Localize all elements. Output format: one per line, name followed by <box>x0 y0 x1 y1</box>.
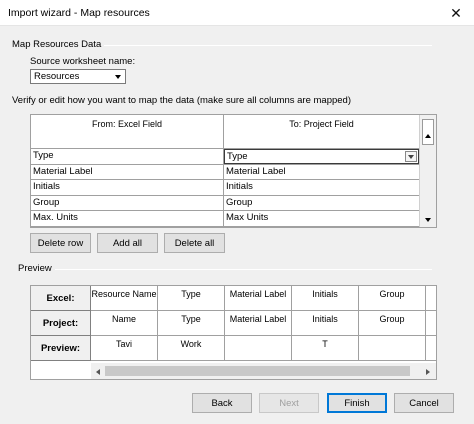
scrollbar-thumb[interactable] <box>105 366 410 376</box>
delete-all-button[interactable]: Delete all <box>164 233 225 253</box>
chevron-down-icon[interactable] <box>405 151 417 162</box>
preview-row-values: Preview: Tavi Work T <box>31 336 436 361</box>
preview-cell: Group <box>359 311 426 336</box>
source-worksheet-value: Resources <box>34 71 80 82</box>
scroll-up-icon[interactable] <box>421 131 435 141</box>
to-cell-dropdown[interactable]: Type <box>224 149 419 164</box>
chevron-down-icon[interactable] <box>112 71 124 82</box>
row-header-project: Project: <box>31 311 91 336</box>
group-divider <box>92 45 432 46</box>
horizontal-scrollbar[interactable] <box>91 363 436 379</box>
source-worksheet-dropdown[interactable]: Resources <box>30 69 126 84</box>
from-cell[interactable]: Material Label <box>31 164 224 179</box>
title-bar: Import wizard - Map resources ✕ <box>0 0 474 26</box>
add-all-button[interactable]: Add all <box>97 233 158 253</box>
table-row[interactable]: Max. Units Max Units <box>31 211 419 227</box>
to-cell[interactable]: Material Label <box>224 165 419 180</box>
group-title: Map Resources Data <box>12 39 105 50</box>
preview-cell <box>426 336 436 361</box>
window-title: Import wizard - Map resources <box>8 7 150 19</box>
row-header-preview: Preview: <box>31 336 91 361</box>
from-cell[interactable]: Group <box>31 195 224 210</box>
from-cell[interactable]: Type <box>31 149 224 164</box>
delete-row-button[interactable]: Delete row <box>30 233 91 253</box>
preview-divider <box>54 269 432 270</box>
to-cell[interactable]: Max Units <box>224 211 419 226</box>
scroll-right-icon[interactable] <box>423 367 433 376</box>
preview-cell: Initials <box>292 311 359 336</box>
from-cell[interactable]: Initials <box>31 180 224 195</box>
preview-cell: Resource Name <box>91 286 158 311</box>
header-from-excel-field: From: Excel Field <box>31 115 224 149</box>
mapping-table-header: From: Excel Field To: Project Field <box>31 115 419 149</box>
preview-cell: Type <box>158 311 225 336</box>
from-cell[interactable]: Max. Units <box>31 211 224 226</box>
preview-cell <box>359 336 426 361</box>
scroll-left-icon[interactable] <box>93 367 103 376</box>
table-row[interactable]: Group Group <box>31 195 419 211</box>
mapping-table[interactable]: From: Excel Field To: Project Field Type… <box>30 114 437 228</box>
back-button[interactable]: Back <box>192 393 252 413</box>
table-row[interactable]: Type Type <box>31 149 419 165</box>
finish-button[interactable]: Finish <box>327 393 387 413</box>
next-button: Next <box>259 393 319 413</box>
preview-cell: Tavi <box>91 336 158 361</box>
header-to-project-field: To: Project Field <box>289 119 354 129</box>
preview-cell: Work <box>158 336 225 361</box>
preview-cell <box>225 336 292 361</box>
scroll-down-icon[interactable] <box>421 213 435 226</box>
close-icon[interactable]: ✕ <box>438 0 474 26</box>
instructions-text: Verify or edit how you want to map the d… <box>12 95 352 106</box>
preview-cell: T <box>292 336 359 361</box>
to-cell[interactable]: Group <box>224 196 419 211</box>
to-cell-value: Type <box>227 151 248 162</box>
table-row[interactable]: Material Label Material Label <box>31 164 419 180</box>
preview-row-project: Project: Name Type Material Label Initia… <box>31 311 436 336</box>
preview-cell <box>426 286 436 311</box>
preview-row-excel: Excel: Resource Name Type Material Label… <box>31 286 436 311</box>
preview-table[interactable]: Excel: Resource Name Type Material Label… <box>30 285 437 380</box>
table-row[interactable]: Initials Initials <box>31 180 419 196</box>
to-cell[interactable]: Initials <box>224 180 419 195</box>
preview-cell: Initials <box>292 286 359 311</box>
preview-cell: Material Label <box>225 311 292 336</box>
preview-cell: Group <box>359 286 426 311</box>
row-header-excel: Excel: <box>31 286 91 311</box>
preview-cell: Name <box>91 311 158 336</box>
preview-cell <box>426 311 436 336</box>
cancel-button[interactable]: Cancel <box>394 393 454 413</box>
preview-title: Preview <box>18 263 55 274</box>
preview-cell: Type <box>158 286 225 311</box>
source-worksheet-label: Source worksheet name: <box>30 56 136 67</box>
preview-cell: Material Label <box>225 286 292 311</box>
vertical-scrollbar[interactable] <box>419 115 436 227</box>
